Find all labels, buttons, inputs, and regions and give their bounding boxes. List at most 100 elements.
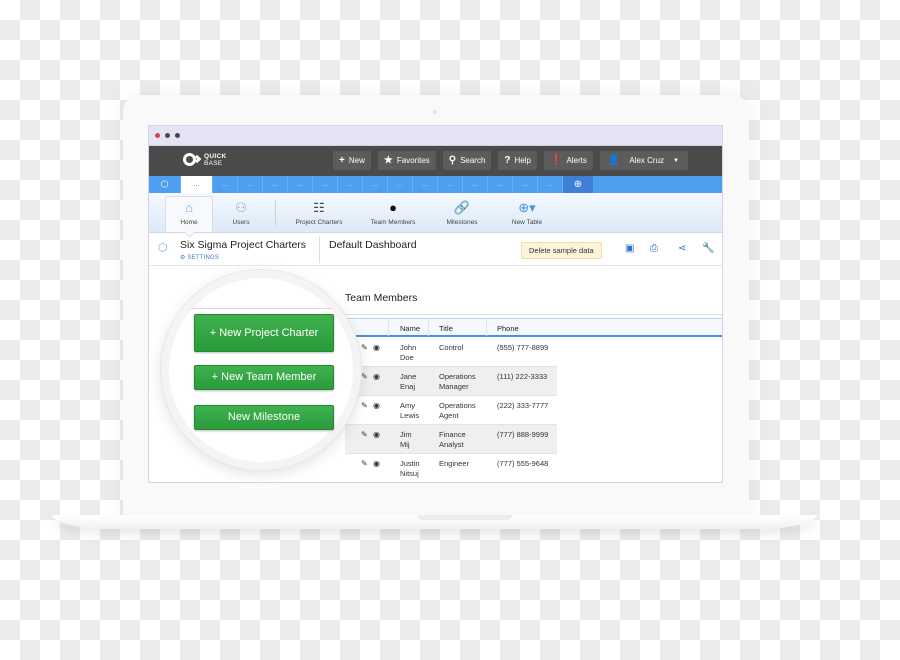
window-close-dot[interactable] — [155, 133, 160, 138]
help-button[interactable]: ? Help — [498, 151, 537, 170]
table-row: ✎ ◉ John Doe Control (555) 777-8899 — [345, 338, 557, 367]
user-menu-button[interactable]: 👤 Alex Cruz ▼ — [599, 151, 688, 170]
column-divider — [486, 319, 487, 336]
page-title: Default Dashboard — [329, 239, 417, 251]
tab[interactable]: ... — [438, 176, 463, 193]
table-row: ✎ ◉ Amy Lewis Operations Agent (222) 333-77… — [345, 396, 557, 425]
title-line2: Agent — [439, 411, 459, 420]
last-name: Nitsuj — [400, 469, 419, 478]
mobile-icon[interactable]: ▣ — [625, 243, 634, 254]
view-eye-icon[interactable]: ◉ — [373, 343, 380, 352]
tab[interactable]: ... — [313, 176, 338, 193]
team-members-divider — [345, 314, 722, 315]
tab[interactable]: ... — [238, 176, 263, 193]
global-nav: + New ★ Favorites ⚲ Search ? Help ❗ Alerts 👤 A… — [333, 151, 688, 170]
tab[interactable]: ... — [488, 176, 513, 193]
nav-team-members[interactable]: ● Team Members — [356, 192, 430, 232]
apps-cube-icon[interactable]: ⬡ — [149, 176, 181, 193]
app-window: QUICK BASE + New ★ Favorites ⚲ Search ? Help … — [148, 125, 723, 483]
new-team-member-button[interactable]: + New Team Member — [194, 365, 334, 390]
view-eye-icon[interactable]: ◉ — [373, 372, 380, 381]
laptop-base — [52, 515, 817, 529]
edit-pencil-icon[interactable]: ✎ — [361, 430, 368, 439]
cell-name: John Doe — [400, 343, 416, 363]
tab[interactable]: ... — [413, 176, 438, 193]
nav-divider — [275, 200, 276, 226]
app-tab-strip: ⬡ ... ... ... ... ... ... ... ... ... ..… — [149, 176, 722, 193]
window-titlebar — [149, 126, 722, 146]
tab[interactable]: ... — [363, 176, 388, 193]
view-eye-icon[interactable]: ◉ — [373, 459, 380, 468]
cell-name: Jane Enaj — [400, 372, 416, 392]
page-header: ⬡ Six Sigma Project Charters ⚙ SETTINGS … — [149, 233, 722, 266]
new-milestone-button[interactable]: New Milestone — [194, 405, 334, 430]
new-app-cube-icon[interactable]: ⊕ — [563, 176, 593, 193]
tab[interactable]: ... — [513, 176, 538, 193]
share-icon[interactable]: ⋖ — [678, 243, 686, 254]
last-name: Mij — [400, 440, 410, 449]
cell-phone: (555) 777-8899 — [497, 343, 549, 352]
alerts-button[interactable]: ❗ Alerts — [543, 151, 593, 170]
user-name: Alex Cruz — [629, 156, 665, 165]
question-icon: ? — [504, 155, 511, 166]
print-icon[interactable]: ⎙ — [650, 243, 658, 254]
column-header-phone[interactable]: Phone — [497, 324, 519, 333]
last-name: Enaj — [400, 382, 416, 391]
nav-project-charters-label: Project Charters — [295, 219, 343, 226]
search-label: Search — [460, 156, 486, 165]
nav-users-label: Users — [232, 219, 250, 226]
nav-team-members-label: Team Members — [370, 219, 416, 226]
dashboard-content: Team Members Name Title Phone ✎ ◉ John Doe… — [149, 266, 722, 478]
cell-phone: (777) 888-9999 — [497, 430, 549, 439]
tab[interactable]: ... — [213, 176, 238, 193]
column-header-title[interactable]: Title — [439, 324, 453, 333]
tab-active[interactable]: ... — [181, 176, 213, 193]
camera-dot — [433, 110, 437, 114]
wrench-icon[interactable]: 🔧 — [702, 243, 714, 254]
new-button[interactable]: + New — [333, 151, 371, 170]
app-title[interactable]: Six Sigma Project Charters — [180, 239, 306, 251]
window-maximize-dot[interactable] — [175, 133, 180, 138]
delete-sample-data-button[interactable]: Delete sample data — [521, 242, 602, 259]
favorites-button[interactable]: ★ Favorites — [377, 151, 436, 170]
tab[interactable]: ... — [538, 176, 563, 193]
nav-new-table[interactable]: ⊕▾ New Table — [494, 192, 560, 232]
tab[interactable]: ... — [263, 176, 288, 193]
tab[interactable]: ... — [288, 176, 313, 193]
column-header-name[interactable]: Name — [400, 324, 420, 333]
column-divider — [428, 319, 429, 336]
tab[interactable]: ... — [463, 176, 488, 193]
title-line1: Engineer — [439, 459, 470, 468]
nav-project-charters[interactable]: ☷ Project Charters — [282, 192, 356, 232]
plus-icon: + — [339, 155, 345, 166]
lens-divider — [191, 308, 331, 309]
quickbase-logo[interactable]: QUICK BASE — [183, 153, 226, 167]
edit-pencil-icon[interactable]: ✎ — [361, 343, 368, 352]
nav-milestones[interactable]: 🔗 Milestones — [430, 192, 494, 232]
nav-home-label: Home — [180, 219, 198, 226]
table-row: ✎ ◉ Jane Enaj Operations Manager (111) 222-… — [345, 367, 557, 396]
tab[interactable]: ... — [338, 176, 363, 193]
cell-phone: (111) 222-3333 — [497, 372, 548, 381]
magnifier-callout: + New Project Charter + New Team Member … — [161, 270, 361, 470]
plus-circle-icon: ⊕▾ — [518, 200, 536, 215]
search-button[interactable]: ⚲ Search — [442, 151, 492, 170]
table-header: Name Title Phone — [345, 318, 722, 337]
edit-pencil-icon[interactable]: ✎ — [361, 401, 368, 410]
last-name: Doe — [400, 353, 414, 362]
nav-home[interactable]: ⌂ Home — [165, 196, 213, 232]
cell-phone: (222) 333-7777 — [497, 401, 549, 410]
edit-pencil-icon[interactable]: ✎ — [361, 372, 368, 381]
view-eye-icon[interactable]: ◉ — [373, 401, 380, 410]
nav-users[interactable]: ⚇ Users — [213, 192, 269, 232]
settings-link[interactable]: ⚙ SETTINGS — [180, 254, 219, 261]
edit-pencil-icon[interactable]: ✎ — [361, 459, 368, 468]
base-notch — [417, 515, 512, 520]
window-minimize-dot[interactable] — [165, 133, 170, 138]
new-project-charter-button[interactable]: + New Project Charter — [194, 314, 334, 352]
view-eye-icon[interactable]: ◉ — [373, 430, 380, 439]
chevron-down-icon: ▼ — [673, 157, 679, 164]
quickbase-logo-icon — [183, 153, 202, 167]
tab[interactable]: ... — [388, 176, 413, 193]
title-line1: Operations — [439, 372, 476, 381]
